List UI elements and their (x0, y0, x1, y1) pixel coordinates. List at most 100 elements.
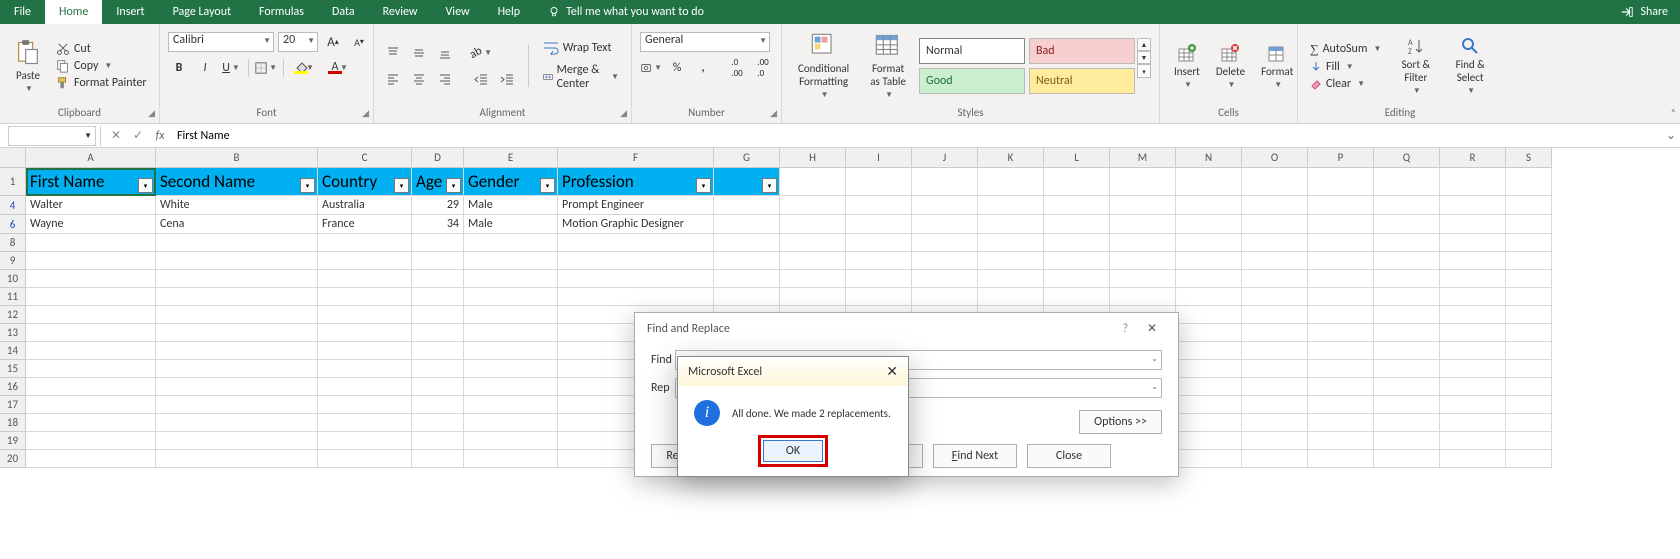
orientation-button[interactable]: ab▼ (470, 43, 492, 63)
row-header-17[interactable]: 17 (0, 396, 26, 414)
cell-Q12[interactable] (1374, 306, 1440, 324)
cell-R17[interactable] (1440, 396, 1506, 414)
col-header-Q[interactable]: Q (1374, 148, 1440, 168)
cell-A8[interactable] (26, 234, 156, 252)
cell-C12[interactable] (318, 306, 412, 324)
cell-B13[interactable] (156, 324, 318, 342)
cell-E14[interactable] (464, 342, 558, 360)
cell-E20[interactable] (464, 450, 558, 468)
cell-N10[interactable] (1176, 270, 1242, 288)
cell-A4[interactable]: Walter (26, 196, 156, 215)
menu-tab-insert[interactable]: Insert (102, 0, 158, 24)
increase-indent-button[interactable] (496, 69, 518, 89)
cell-H6[interactable] (780, 215, 846, 234)
cell-S15[interactable] (1506, 360, 1552, 378)
cell-L9[interactable] (1044, 252, 1110, 270)
cell-K6[interactable] (978, 215, 1044, 234)
row-header-11[interactable]: 11 (0, 288, 26, 306)
col-header-L[interactable]: L (1044, 148, 1110, 168)
cell-A9[interactable] (26, 252, 156, 270)
col-header-H[interactable]: H (780, 148, 846, 168)
cell-H4[interactable] (780, 196, 846, 215)
cell-A18[interactable] (26, 414, 156, 432)
underline-button[interactable]: U▼ (220, 58, 242, 78)
cell-E6[interactable]: Male (464, 215, 558, 234)
cell-E19[interactable] (464, 432, 558, 450)
fx-button[interactable]: fx (149, 129, 171, 143)
row-header-16[interactable]: 16 (0, 378, 26, 396)
cell-C17[interactable] (318, 396, 412, 414)
cell-K10[interactable] (978, 270, 1044, 288)
cell-C18[interactable] (318, 414, 412, 432)
cell-N6[interactable] (1176, 215, 1242, 234)
cell-N17[interactable] (1176, 396, 1242, 414)
msgbox-close-button[interactable]: ✕ (886, 363, 898, 380)
cell-I4[interactable] (846, 196, 912, 215)
cell-M8[interactable] (1110, 234, 1176, 252)
cell-B20[interactable] (156, 450, 318, 468)
menu-tab-home[interactable]: Home (45, 0, 102, 24)
col-header-A[interactable]: A (26, 148, 156, 168)
cell-J10[interactable] (912, 270, 978, 288)
cell-O19[interactable] (1242, 432, 1308, 450)
cell-P12[interactable] (1308, 306, 1374, 324)
cell-S14[interactable] (1506, 342, 1552, 360)
cell-C10[interactable] (318, 270, 412, 288)
cell-A17[interactable] (26, 396, 156, 414)
cell-S8[interactable] (1506, 234, 1552, 252)
cell-D17[interactable] (412, 396, 464, 414)
cell-B18[interactable] (156, 414, 318, 432)
format-as-table-button[interactable]: Format as Table▼ (863, 30, 913, 102)
cell-O18[interactable] (1242, 414, 1308, 432)
row-header-4[interactable]: 4 (0, 196, 26, 215)
menu-tab-formulas[interactable]: Formulas (245, 0, 318, 24)
cell-I6[interactable] (846, 215, 912, 234)
select-all-corner[interactable] (0, 148, 26, 168)
cell-O17[interactable] (1242, 396, 1308, 414)
cell-C15[interactable] (318, 360, 412, 378)
cell-K4[interactable] (978, 196, 1044, 215)
col-header-G[interactable]: G (714, 148, 780, 168)
alignment-launcher[interactable]: ◢ (620, 108, 627, 119)
cell-N19[interactable] (1176, 432, 1242, 450)
cell-F9[interactable] (558, 252, 714, 270)
cell-O14[interactable] (1242, 342, 1308, 360)
cell-S10[interactable] (1506, 270, 1552, 288)
cell-B14[interactable] (156, 342, 318, 360)
col-header-P[interactable]: P (1308, 148, 1374, 168)
format-cells-button[interactable]: Format▼ (1255, 41, 1299, 92)
dialog-help-button[interactable]: ? (1122, 322, 1128, 336)
cell-H11[interactable] (780, 288, 846, 306)
cell-P18[interactable] (1308, 414, 1374, 432)
cell-C4[interactable]: Australia (318, 196, 412, 215)
cell-P8[interactable] (1308, 234, 1374, 252)
cell-J4[interactable] (912, 196, 978, 215)
find-next-button[interactable]: Find Next (933, 444, 1017, 468)
row-header-13[interactable]: 13 (0, 324, 26, 342)
number-format-select[interactable]: General▼ (640, 32, 770, 52)
cancel-formula-button[interactable]: ✕ (105, 128, 127, 143)
col-header-F[interactable]: F (558, 148, 714, 168)
cell-J6[interactable] (912, 215, 978, 234)
font-color-button[interactable]: A▼ (324, 58, 346, 78)
cell-A15[interactable] (26, 360, 156, 378)
cell-D18[interactable] (412, 414, 464, 432)
cell-C16[interactable] (318, 378, 412, 396)
cell-Q20[interactable] (1374, 450, 1440, 468)
percent-button[interactable]: % (666, 58, 688, 78)
cell-N4[interactable] (1176, 196, 1242, 215)
cell-P19[interactable] (1308, 432, 1374, 450)
cell-S19[interactable] (1506, 432, 1552, 450)
row-header-15[interactable]: 15 (0, 360, 26, 378)
cell-G6[interactable] (714, 215, 780, 234)
cell-S6[interactable] (1506, 215, 1552, 234)
cell-C9[interactable] (318, 252, 412, 270)
style-good[interactable]: Good (919, 68, 1025, 94)
cell-O20[interactable] (1242, 450, 1308, 468)
cell-S4[interactable] (1506, 196, 1552, 215)
cell-M11[interactable] (1110, 288, 1176, 306)
cell-J11[interactable] (912, 288, 978, 306)
filter-button-A[interactable]: ▾ (138, 178, 153, 193)
cell-I1[interactable] (846, 168, 912, 196)
grow-font-button[interactable]: A▴ (322, 32, 344, 52)
